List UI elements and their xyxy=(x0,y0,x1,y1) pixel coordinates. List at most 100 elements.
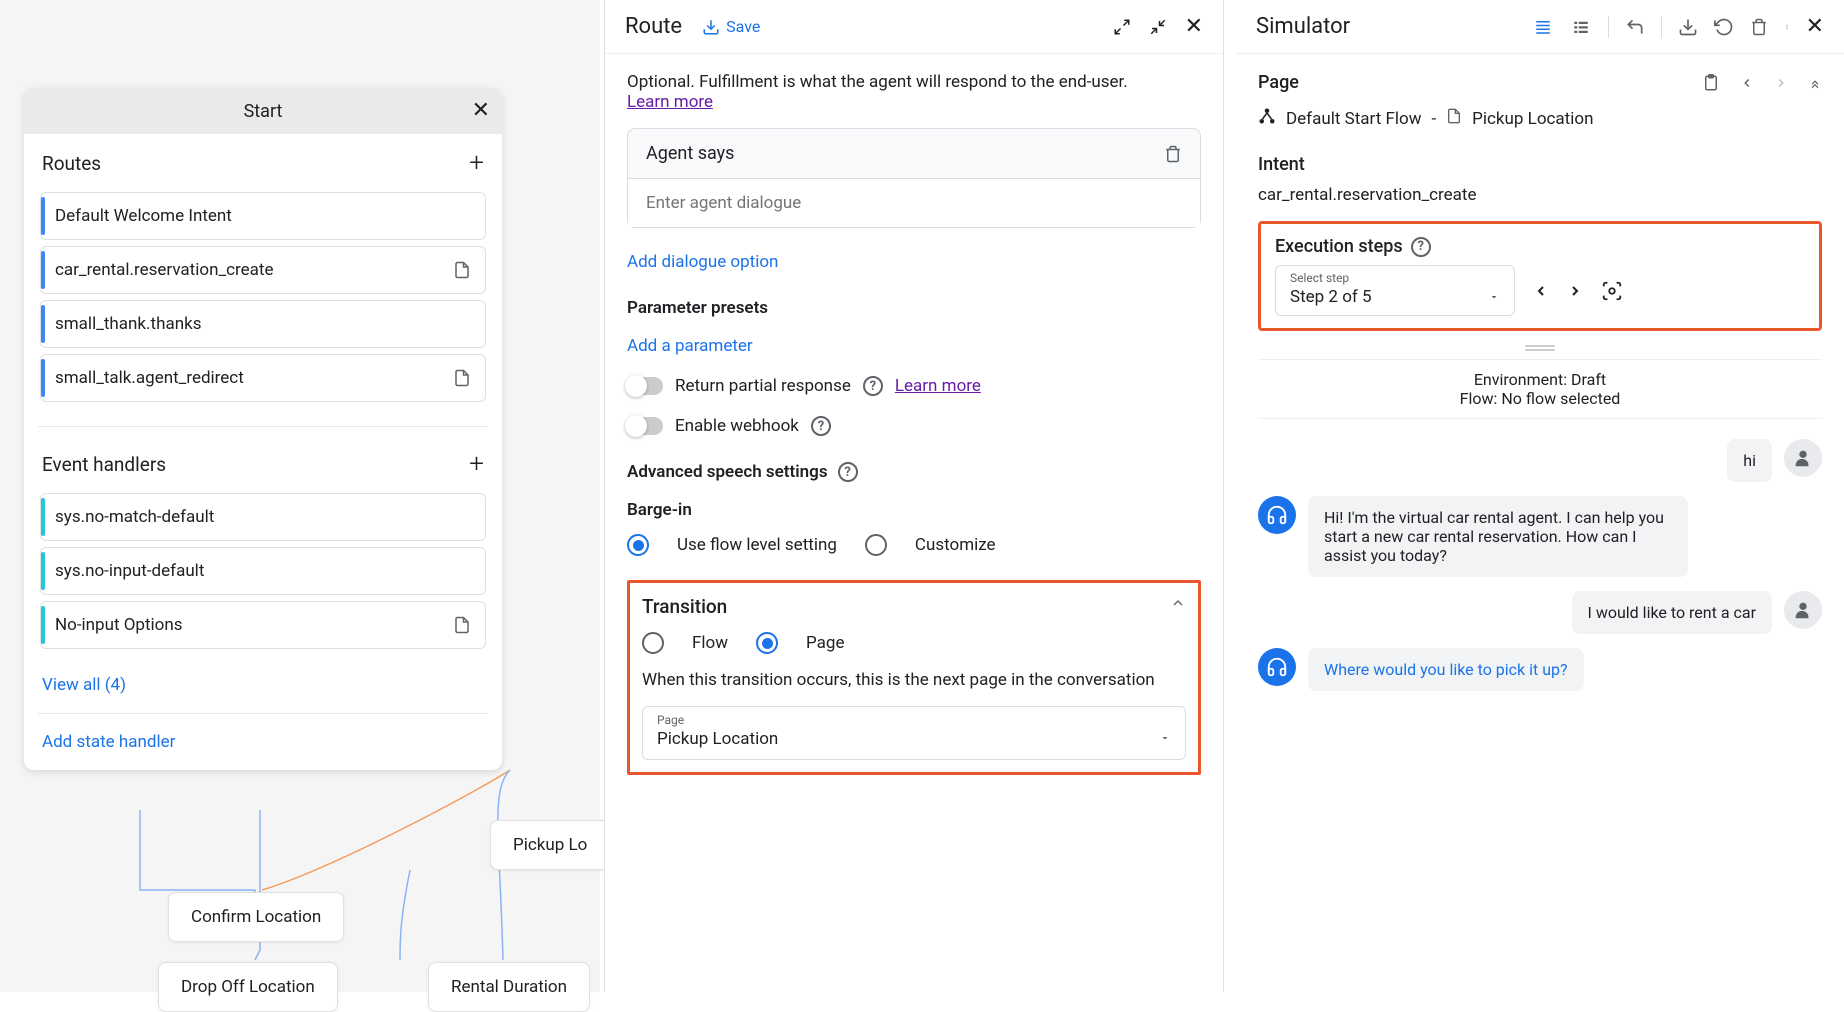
node-dropoff-location[interactable]: Drop Off Location xyxy=(158,962,338,1012)
help-icon[interactable]: ? xyxy=(1411,237,1431,257)
next-step-icon[interactable] xyxy=(1567,280,1583,302)
breadcrumb-page[interactable]: Pickup Location xyxy=(1472,109,1593,129)
transition-description: When this transition occurs, this is the… xyxy=(642,670,1186,690)
route-panel: Route Save ✕ Optional. Fulfillment is wh… xyxy=(604,0,1224,992)
barge-flow-level-radio[interactable] xyxy=(627,534,649,556)
route-item[interactable]: small_talk.agent_redirect xyxy=(40,354,486,402)
bot-avatar-icon xyxy=(1258,648,1296,686)
reset-icon[interactable] xyxy=(1714,17,1734,37)
learn-more-link[interactable]: Learn more xyxy=(627,92,713,112)
node-rental-duration[interactable]: Rental Duration xyxy=(428,962,590,1012)
event-handlers-label: Event handlers xyxy=(42,453,166,476)
agent-says-box: Agent says xyxy=(627,128,1201,228)
route-label: small_thank.thanks xyxy=(55,314,201,334)
chevron-left-icon[interactable] xyxy=(1740,73,1754,93)
chevron-down-icon xyxy=(1488,288,1500,307)
add-dialogue-link[interactable]: Add dialogue option xyxy=(627,252,778,272)
transition-page-select[interactable]: Page Pickup Location xyxy=(642,706,1186,760)
focus-icon[interactable] xyxy=(1601,280,1623,302)
download-icon[interactable] xyxy=(1678,17,1698,37)
delete-icon[interactable] xyxy=(1164,144,1182,164)
user-message: hi xyxy=(1727,439,1772,482)
node-confirm-location[interactable]: Confirm Location xyxy=(168,892,344,942)
routes-section-header: Routes + xyxy=(24,134,502,186)
expand-icon[interactable] xyxy=(1113,18,1131,36)
webhook-label: Enable webhook xyxy=(675,416,799,436)
flow-header: Start ✕ xyxy=(24,88,502,134)
chat-log: hi Hi! I'm the virtual car rental agent.… xyxy=(1258,439,1822,691)
bot-avatar-icon xyxy=(1258,496,1296,534)
transition-section: Transition Flow Page When this transitio… xyxy=(627,580,1201,775)
barge-customize-radio[interactable] xyxy=(865,534,887,556)
handler-label: No-input Options xyxy=(55,615,183,635)
route-item[interactable]: small_thank.thanks xyxy=(40,300,486,348)
user-message: I would like to rent a car xyxy=(1572,591,1773,634)
file-icon xyxy=(453,260,471,280)
simulator-header: Simulator ✕ xyxy=(1236,0,1844,54)
transition-flow-label: Flow xyxy=(692,633,728,653)
event-handler-item[interactable]: sys.no-match-default xyxy=(40,493,486,541)
step-select[interactable]: Select step Step 2 of 5 xyxy=(1275,265,1515,316)
bot-message: Where would you like to pick it up? xyxy=(1308,648,1584,691)
add-handler-icon[interactable]: + xyxy=(469,449,484,479)
undo-icon[interactable] xyxy=(1625,17,1645,37)
file-icon xyxy=(453,368,471,388)
intent-value: car_rental.reservation_create xyxy=(1258,185,1822,205)
close-icon[interactable]: ✕ xyxy=(472,98,490,123)
close-icon[interactable]: ✕ xyxy=(1185,14,1203,39)
barge-opt1-label: Use flow level setting xyxy=(677,535,837,555)
add-state-handler-link[interactable]: Add state handler xyxy=(24,722,502,770)
delete-icon[interactable] xyxy=(1750,17,1768,37)
flow-title: Start xyxy=(244,101,283,122)
view-all-link[interactable]: View all (4) xyxy=(24,665,502,705)
transition-page-label: Page xyxy=(806,633,844,653)
more-icon[interactable] xyxy=(1784,17,1790,37)
agent-dialogue-input[interactable] xyxy=(628,179,1200,227)
webhook-toggle[interactable] xyxy=(627,417,663,435)
bot-message: Hi! I'm the virtual car rental agent. I … xyxy=(1308,496,1688,577)
collapse-icon[interactable] xyxy=(1149,18,1167,36)
chevron-right-icon[interactable] xyxy=(1774,73,1788,93)
chevron-up-icon[interactable] xyxy=(1170,595,1186,618)
transition-flow-radio[interactable] xyxy=(642,632,664,654)
file-icon xyxy=(453,615,471,635)
clipboard-icon[interactable] xyxy=(1702,73,1720,93)
save-icon xyxy=(702,18,720,36)
drag-handle[interactable] xyxy=(1525,345,1555,351)
chevron-down-icon xyxy=(1159,729,1171,748)
routes-list: Default Welcome Intent car_rental.reserv… xyxy=(24,192,502,418)
event-handler-item[interactable]: No-input Options xyxy=(40,601,486,649)
select-label: Page xyxy=(657,713,1171,727)
add-route-icon[interactable]: + xyxy=(469,148,484,178)
barge-opt2-label: Customize xyxy=(915,535,996,555)
event-handlers-section-header: Event handlers + xyxy=(24,435,502,487)
save-button[interactable]: Save xyxy=(702,17,760,36)
close-icon[interactable]: ✕ xyxy=(1806,14,1824,39)
collapse-icon[interactable] xyxy=(1808,76,1822,90)
simulator-panel: Simulator ✕ Page Default Start xyxy=(1236,0,1844,992)
prev-step-icon[interactable] xyxy=(1533,280,1549,302)
fulfillment-description: Optional. Fulfillment is what the agent … xyxy=(627,72,1201,112)
partial-response-toggle[interactable] xyxy=(627,377,663,395)
learn-more-link[interactable]: Learn more xyxy=(895,376,981,396)
route-item[interactable]: car_rental.reservation_create xyxy=(40,246,486,294)
intent-label: Intent xyxy=(1258,154,1822,175)
route-item[interactable]: Default Welcome Intent xyxy=(40,192,486,240)
view-list-icon[interactable] xyxy=(1532,18,1554,36)
page-icon xyxy=(1446,107,1462,130)
help-icon[interactable]: ? xyxy=(811,416,831,436)
add-parameter-link[interactable]: Add a parameter xyxy=(627,336,753,356)
node-pickup-location[interactable]: Pickup Lo xyxy=(490,820,610,870)
view-split-icon[interactable] xyxy=(1570,18,1592,36)
event-handler-item[interactable]: sys.no-input-default xyxy=(40,547,486,595)
select-value: Pickup Location xyxy=(657,729,1171,749)
route-label: car_rental.reservation_create xyxy=(55,260,273,280)
breadcrumb-separator: - xyxy=(1431,109,1436,129)
barge-in-label: Barge-in xyxy=(627,500,1201,520)
breadcrumb-flow[interactable]: Default Start Flow xyxy=(1286,109,1421,129)
transition-page-radio[interactable] xyxy=(756,632,778,654)
partial-response-label: Return partial response xyxy=(675,376,851,396)
user-avatar-icon xyxy=(1784,439,1822,477)
help-icon[interactable]: ? xyxy=(838,462,858,482)
help-icon[interactable]: ? xyxy=(863,376,883,396)
